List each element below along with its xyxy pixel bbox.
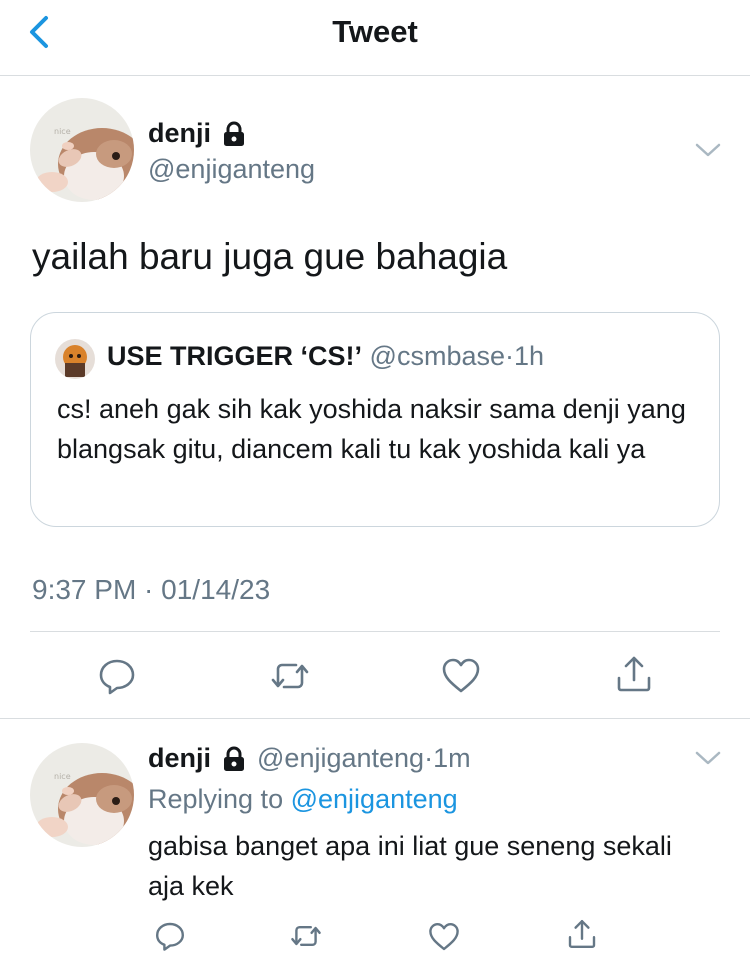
divider (30, 631, 720, 632)
like-icon[interactable] (441, 656, 481, 696)
reply-icon[interactable] (154, 920, 186, 952)
quoted-text: cs! aneh gak sih kak yoshida naksir sama… (57, 394, 686, 464)
share-icon[interactable] (566, 918, 598, 950)
avatar-caption: nice (54, 127, 71, 136)
lock-icon (221, 121, 247, 147)
reply-handle[interactable]: @enjiganteng (257, 743, 424, 774)
replying-to-link[interactable]: @enjiganteng (291, 784, 458, 814)
replying-to-prefix: Replying to (148, 784, 284, 814)
quoted-handle: @csmbase (369, 341, 505, 371)
reply-separator: · (424, 743, 434, 773)
lock-icon (221, 746, 247, 772)
top-bar: Tweet (0, 0, 750, 76)
author-name-row: denji (148, 118, 247, 149)
author-display-name[interactable]: denji (148, 118, 211, 149)
author-handle[interactable]: @enjiganteng (148, 154, 315, 185)
avatar-caption: nice (54, 772, 71, 781)
share-icon[interactable] (614, 654, 654, 694)
reply-author-row: denji @enjiganteng · 1m (148, 743, 471, 774)
reply-icon[interactable] (97, 656, 137, 696)
tweet-text: yailah baru juga gue bahagia (32, 236, 508, 277)
chevron-down-icon[interactable] (694, 744, 722, 772)
page-title: Tweet (332, 14, 418, 49)
reply-text: gabisa banget apa ini liat gue seneng se… (148, 831, 672, 901)
tweet-timestamp: 9:37 PM · 01/14/23 (32, 574, 271, 605)
chevron-down-icon[interactable] (694, 136, 722, 164)
reply-time: 1m (433, 743, 471, 773)
avatar[interactable]: nice (30, 743, 134, 847)
divider (0, 718, 750, 719)
quoted-time: 1h (514, 341, 545, 371)
like-icon[interactable] (428, 921, 460, 953)
retweet-icon[interactable] (270, 656, 310, 696)
quoted-display-name: USE TRIGGER ‘CS!’ (107, 341, 363, 371)
reply-display-name[interactable]: denji (148, 743, 211, 774)
quoted-separator: · (505, 341, 514, 371)
quoted-avatar (55, 339, 95, 379)
replying-to-line: Replying to @enjiganteng (148, 784, 458, 815)
quoted-tweet-card[interactable]: USE TRIGGER ‘CS!’ @csmbase·1h cs! aneh g… (30, 312, 720, 527)
retweet-icon[interactable] (290, 920, 322, 952)
quoted-header: USE TRIGGER ‘CS!’ @csmbase·1h (107, 341, 544, 372)
avatar[interactable]: nice (30, 98, 134, 202)
